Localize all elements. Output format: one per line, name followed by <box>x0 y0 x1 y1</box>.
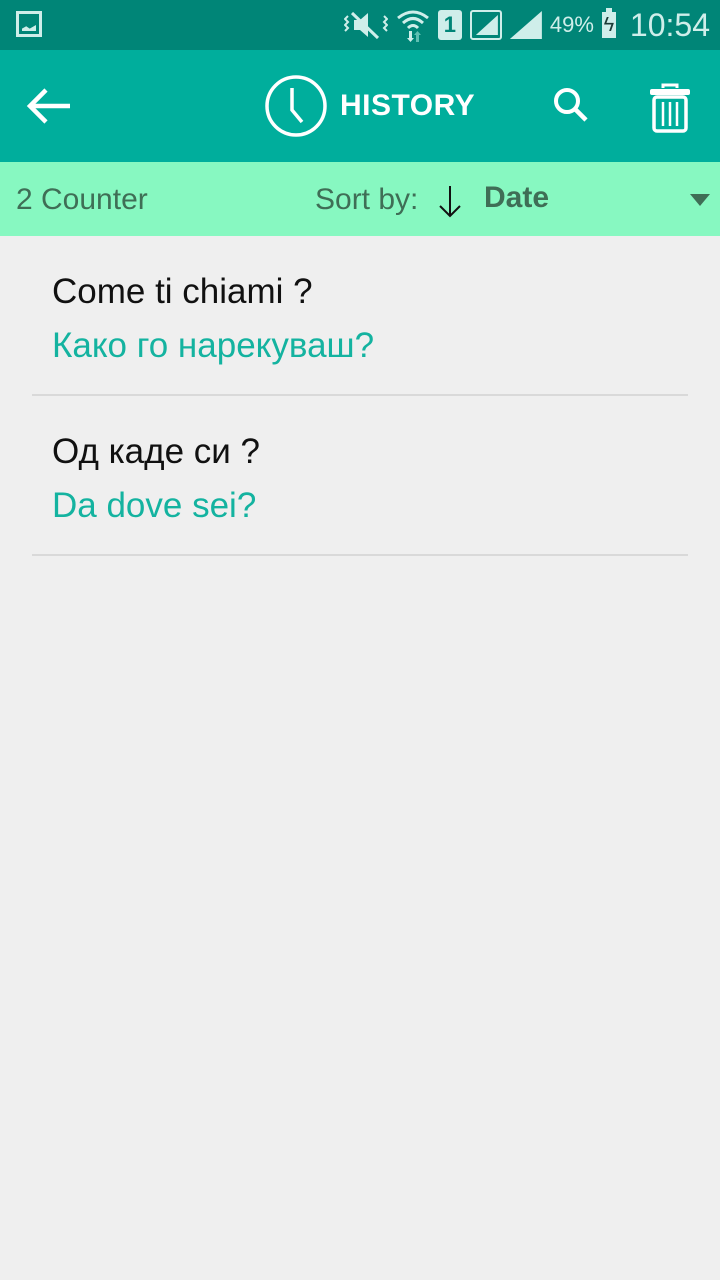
clock-icon <box>265 75 327 137</box>
history-list: Come ti chiami ? Како го нарекуваш? Од к… <box>32 236 688 556</box>
sort-by-label: Sort by: <box>315 183 419 216</box>
search-icon <box>554 88 588 122</box>
history-counter: 2 Counter <box>16 183 148 216</box>
battery-charging-icon <box>601 8 616 38</box>
app-bar: HISTORY <box>0 50 720 162</box>
search-button[interactable] <box>550 84 594 128</box>
sim-1-icon: 1 <box>437 10 462 40</box>
sort-direction-toggle[interactable] <box>436 184 464 218</box>
signal-icon <box>509 11 542 39</box>
status-bar: 1 49% 10:54 <box>0 0 720 50</box>
list-item[interactable]: Од каде си ? Da dove sei? <box>32 396 688 556</box>
battery-percent: 49% <box>549 12 594 37</box>
delete-all-button[interactable] <box>646 82 694 134</box>
trash-icon <box>650 83 690 133</box>
source-text: Come ti chiami ? <box>52 272 313 311</box>
signal-icon <box>469 10 502 40</box>
arrow-down-icon <box>439 186 461 218</box>
back-button[interactable] <box>24 84 74 128</box>
vibrate-mute-icon <box>343 11 388 40</box>
status-icons: 1 49% 10:54 <box>343 0 710 50</box>
title-text: HISTORY <box>340 89 476 122</box>
sort-field-select[interactable]: Date <box>484 162 549 234</box>
sort-bar: 2 Counter Sort by: Date <box>0 162 720 236</box>
list-item[interactable]: Come ti chiami ? Како го нарекуваш? <box>32 236 688 396</box>
gallery-icon <box>16 11 42 37</box>
page-title: HISTORY <box>264 74 475 138</box>
translation-text: Како го нарекуваш? <box>52 326 375 365</box>
source-text: Од каде си ? <box>52 432 261 471</box>
arrow-left-icon <box>26 88 70 124</box>
translation-text: Da dove sei? <box>52 486 257 525</box>
clock-time: 10:54 <box>629 6 710 43</box>
caret-down-icon[interactable] <box>690 194 710 206</box>
wifi-icon <box>396 10 429 42</box>
